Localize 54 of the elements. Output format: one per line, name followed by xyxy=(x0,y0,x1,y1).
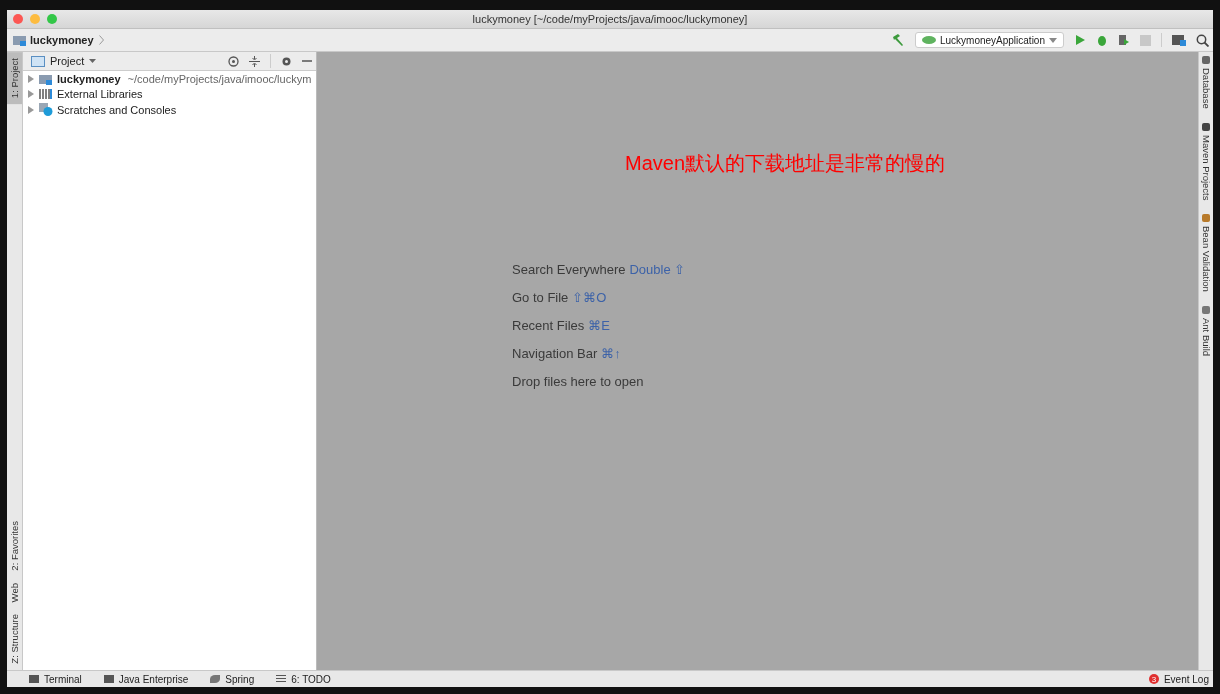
expand-arrow-icon[interactable] xyxy=(28,90,35,99)
tree-item-label: luckymoney xyxy=(57,72,121,85)
tool-window-tab[interactable]: Web xyxy=(7,577,22,609)
collapse-icon[interactable] xyxy=(249,55,260,67)
tree-item[interactable]: Scratches and Consoles xyxy=(23,102,316,118)
editor-hint: Recent Files ⌘E xyxy=(512,318,611,335)
tool-window-tab[interactable]: Terminal xyxy=(29,673,86,685)
tool-window-tab[interactable]: 1: Project xyxy=(7,52,22,105)
coverage-icon[interactable] xyxy=(1118,34,1130,46)
tool-window-tab[interactable]: Bean Validation xyxy=(1199,210,1213,302)
window-title: luckymoney [~/code/myProjects/java/imooc/luckymoney] xyxy=(472,13,748,25)
tool-window-tab[interactable]: Maven Projects xyxy=(1199,118,1213,211)
tool-window-tab[interactable]: Spring xyxy=(210,673,259,685)
caret-icon xyxy=(89,59,97,63)
leaf-icon xyxy=(210,675,221,683)
chevron-icon xyxy=(98,35,104,45)
folder-icon xyxy=(39,72,53,85)
expand-arrow-icon[interactable] xyxy=(28,105,35,114)
run-configuration-dropdown[interactable]: LuckymoneyApplication xyxy=(914,32,1064,48)
project-structure-icon[interactable] xyxy=(1172,34,1186,46)
zoom-button[interactable] xyxy=(47,14,57,24)
tree-item[interactable]: External Libraries xyxy=(23,86,316,102)
tree-item-label: External Libraries xyxy=(57,88,143,101)
tool-window-tab[interactable]: 2: Favorites xyxy=(7,515,22,577)
tool-window-tab[interactable]: Java Enterprise xyxy=(103,673,193,685)
run-icon[interactable] xyxy=(1074,34,1086,46)
breadcrumb-item[interactable]: luckymoney xyxy=(13,34,104,46)
editor-hint: Go to File ⇧⌘O xyxy=(512,290,608,307)
locate-icon[interactable] xyxy=(228,55,239,67)
editor-hint: Drop files here to open xyxy=(512,374,645,391)
window-icon xyxy=(31,55,45,67)
expand-arrow-icon[interactable] xyxy=(28,74,35,83)
tool-window-tab[interactable]: Ant Build xyxy=(1199,302,1213,367)
editor-hint: Search Everywhere Double ⇧ xyxy=(512,262,686,279)
editor-hint: Navigation Bar ⌘↑ xyxy=(512,346,622,363)
leaf-icon xyxy=(921,34,936,46)
library-icon xyxy=(39,88,53,101)
project-view-dropdown[interactable]: Project xyxy=(31,55,97,67)
tool-window-tab[interactable]: 6: TODO xyxy=(276,673,335,685)
folder-icon xyxy=(13,34,27,46)
caret-icon xyxy=(1049,37,1057,43)
tool-window-tab[interactable]: Database xyxy=(1199,52,1213,119)
tool-window-tab[interactable]: Z: Structure xyxy=(7,608,22,670)
close-button[interactable] xyxy=(13,14,23,24)
tree-item-path: ~/code/myProjects/java/imooc/luckym xyxy=(127,72,312,85)
annotation-text: Maven默认的下载地址是非常的慢的 xyxy=(625,151,946,176)
tree-item-label: Scratches and Consoles xyxy=(57,103,177,116)
stop-icon[interactable] xyxy=(1140,34,1151,46)
tree-item[interactable]: luckymoney ~/code/myProjects/java/imooc/luckym xyxy=(23,71,316,87)
event-log-button[interactable]: 3 Event Log xyxy=(1148,673,1213,685)
scratch-icon xyxy=(39,103,53,117)
notification-badge: 3 xyxy=(1148,674,1159,684)
search-icon[interactable] xyxy=(1196,33,1209,47)
hammer-icon[interactable] xyxy=(890,33,905,47)
